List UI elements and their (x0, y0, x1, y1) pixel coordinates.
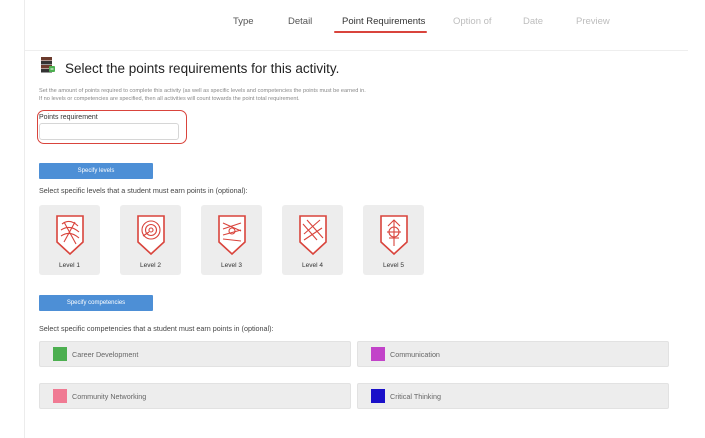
level-2-badge-icon (137, 215, 165, 256)
activity-wizard-panel: Type Detail Point Requirements Option of… (24, 0, 688, 438)
level-4-tile[interactable]: Level 4 (282, 205, 343, 275)
page-description-line-1: Set the amount of points required to com… (39, 88, 366, 94)
active-tab-indicator (334, 31, 427, 33)
competency-color-swatch (371, 389, 385, 403)
competency-label: Communication (390, 350, 440, 359)
points-requirement-input[interactable] (39, 123, 179, 140)
competency-color-swatch (53, 389, 67, 403)
levels-prompt: Select specific levels that a student mu… (39, 186, 248, 195)
tab-detail[interactable]: Detail (288, 16, 312, 27)
competency-critical-thinking[interactable]: Critical Thinking (357, 383, 669, 409)
stacked-books-icon (40, 56, 56, 74)
level-3-badge-icon (218, 215, 246, 256)
tab-type[interactable]: Type (233, 16, 254, 27)
level-2-tile[interactable]: Level 2 (120, 205, 181, 275)
competency-label: Community Networking (72, 392, 147, 401)
tab-point-requirements[interactable]: Point Requirements (342, 16, 425, 27)
tabs-divider (25, 50, 688, 51)
level-4-badge-icon (299, 215, 327, 256)
wizard-tabs: Type Detail Point Requirements Option of… (25, 14, 688, 51)
level-5-badge-icon (380, 215, 408, 256)
specify-competencies-button[interactable]: Specify competencies (39, 295, 153, 311)
competencies-prompt: Select specific competencies that a stud… (39, 324, 274, 333)
level-3-label: Level 3 (221, 262, 242, 269)
page-description-line-2: If no levels or competencies are specifi… (39, 96, 300, 102)
competency-label: Career Development (72, 350, 139, 359)
tab-date[interactable]: Date (523, 16, 543, 27)
tab-option-of[interactable]: Option of (453, 16, 492, 27)
level-2-label: Level 2 (140, 262, 161, 269)
competency-label: Critical Thinking (390, 392, 441, 401)
tab-preview[interactable]: Preview (576, 16, 610, 27)
points-requirement-label: Points requirement (39, 114, 98, 121)
level-5-label: Level 5 (383, 262, 404, 269)
specify-levels-button[interactable]: Specify levels (39, 163, 153, 179)
competency-communication[interactable]: Communication (357, 341, 669, 367)
competency-color-swatch (371, 347, 385, 361)
level-3-tile[interactable]: Level 3 (201, 205, 262, 275)
competency-community-networking[interactable]: Community Networking (39, 383, 351, 409)
level-1-tile[interactable]: Level 1 (39, 205, 100, 275)
level-5-tile[interactable]: Level 5 (363, 205, 424, 275)
page-title: Select the points requirements for this … (65, 61, 340, 76)
level-1-badge-icon (56, 215, 84, 256)
level-4-label: Level 4 (302, 262, 323, 269)
competency-color-swatch (53, 347, 67, 361)
level-1-label: Level 1 (59, 262, 80, 269)
competency-career-development[interactable]: Career Development (39, 341, 351, 367)
